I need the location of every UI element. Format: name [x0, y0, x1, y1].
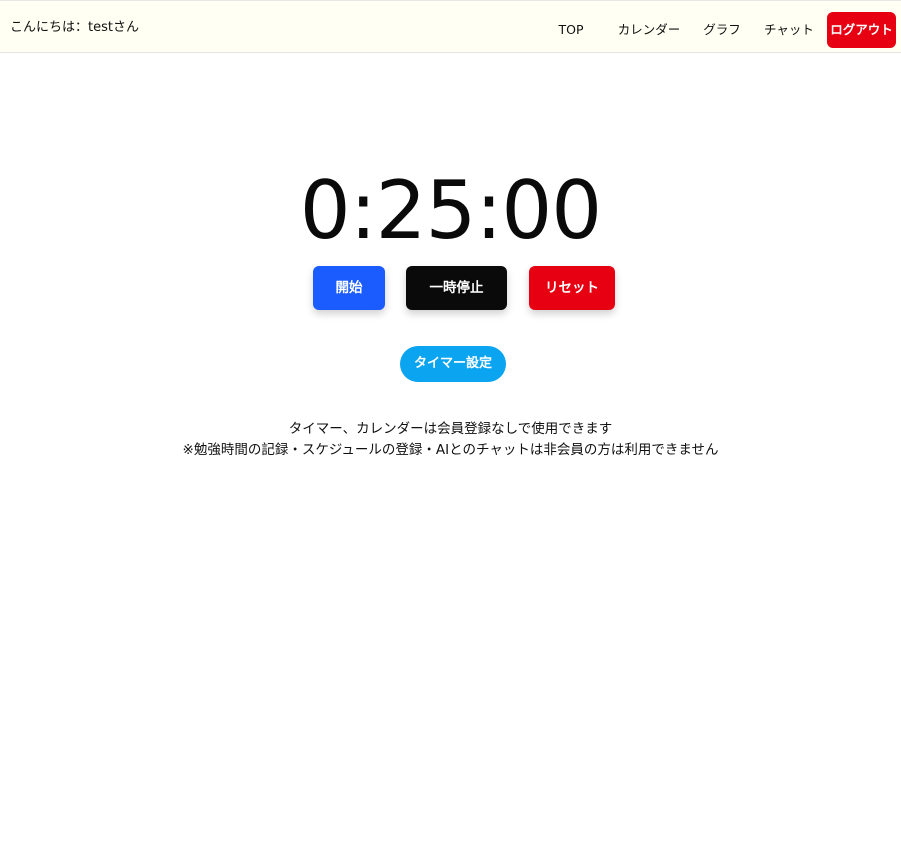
nav-link-graph[interactable]: グラフ: [693, 12, 751, 48]
timer-settings-button[interactable]: タイマー設定: [400, 346, 506, 382]
logout-button[interactable]: ログアウト: [827, 12, 896, 48]
nav-link-calendar[interactable]: カレンダー: [609, 12, 689, 48]
greeting-text: こんにちは：testさん: [10, 20, 139, 35]
header-navbar: こんにちは：testさん TOP カレンダー グラフ チャット ログアウト: [0, 0, 901, 53]
reset-button[interactable]: リセット: [529, 266, 615, 310]
notice-line-1: タイマー、カレンダーは会員登録なしで使用できます: [288, 421, 613, 437]
pause-button[interactable]: 一時停止: [406, 266, 507, 310]
nav-link-top[interactable]: TOP: [541, 12, 601, 48]
notice-line-2: ※勉強時間の記録・スケジュールの登録・AIとのチャットは非会員の方は利用できませ…: [182, 442, 719, 458]
nav-links: TOP カレンダー グラフ チャット ログアウト: [541, 12, 896, 48]
notice-text: タイマー、カレンダーは会員登録なしで使用できます ※勉強時間の記録・スケジュール…: [0, 419, 901, 461]
start-button[interactable]: 開始: [313, 266, 385, 310]
nav-link-chat[interactable]: チャット: [757, 12, 821, 48]
timer-display: 0:25:00: [299, 164, 602, 257]
